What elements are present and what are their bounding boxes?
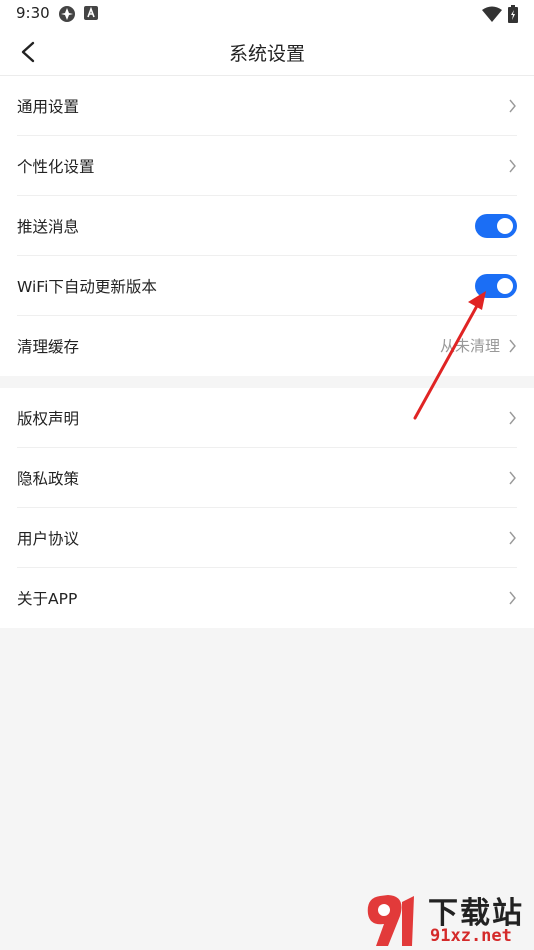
setting-general[interactable]: 通用设置: [0, 76, 534, 136]
push-messages-toggle[interactable]: [475, 214, 517, 238]
app-notification-icon: [59, 6, 75, 22]
setting-label: 通用设置: [17, 98, 80, 116]
setting-label: 清理缓存: [17, 338, 80, 356]
setting-label: 版权声明: [17, 410, 80, 428]
chevron-right-icon: [509, 531, 516, 545]
a-square-icon: [84, 6, 98, 20]
chevron-right-icon: [509, 99, 516, 113]
setting-clear-cache[interactable]: 清理缓存 从未清理: [0, 316, 534, 376]
chevron-right-icon: [509, 591, 516, 605]
battery-icon: [508, 5, 518, 23]
chevron-right-icon: [509, 411, 516, 425]
setting-privacy-policy[interactable]: 隐私政策: [0, 448, 534, 508]
status-bar: 9:30: [0, 0, 534, 28]
chevron-right-icon: [509, 339, 516, 353]
setting-personalization[interactable]: 个性化设置: [0, 136, 534, 196]
setting-user-agreement[interactable]: 用户协议: [0, 508, 534, 568]
status-time: 9:30: [16, 4, 50, 22]
settings-group-general: 通用设置 个性化设置 推送消息 WiFi下自动更新版本 清理缓存 从未清理: [0, 76, 534, 376]
setting-label: WiFi下自动更新版本: [17, 278, 157, 296]
wifi-icon: [482, 6, 502, 22]
settings-group-about: 版权声明 隐私政策 用户协议 关于APP: [0, 388, 534, 628]
setting-label: 用户协议: [17, 530, 80, 548]
watermark: 下载站 91xz.net: [362, 888, 534, 950]
setting-about-app[interactable]: 关于APP: [0, 568, 534, 628]
toggle-knob: [497, 278, 513, 294]
cache-status-value: 从未清理: [439, 337, 500, 355]
chevron-right-icon: [509, 159, 516, 173]
watermark-url: 91xz.net: [430, 926, 512, 946]
wifi-auto-update-toggle[interactable]: [475, 274, 517, 298]
setting-push-messages: 推送消息: [0, 196, 534, 256]
chevron-right-icon: [509, 471, 516, 485]
setting-label: 个性化设置: [17, 158, 95, 176]
setting-label: 推送消息: [17, 218, 80, 236]
setting-copyright[interactable]: 版权声明: [0, 388, 534, 448]
page-title: 系统设置: [228, 43, 305, 65]
watermark-logo-icon: [367, 895, 414, 946]
setting-label: 关于APP: [17, 590, 78, 608]
setting-wifi-auto-update: WiFi下自动更新版本: [0, 256, 534, 316]
title-bar: 系统设置: [0, 28, 534, 76]
setting-label: 隐私政策: [17, 470, 80, 488]
toggle-knob: [497, 218, 513, 234]
